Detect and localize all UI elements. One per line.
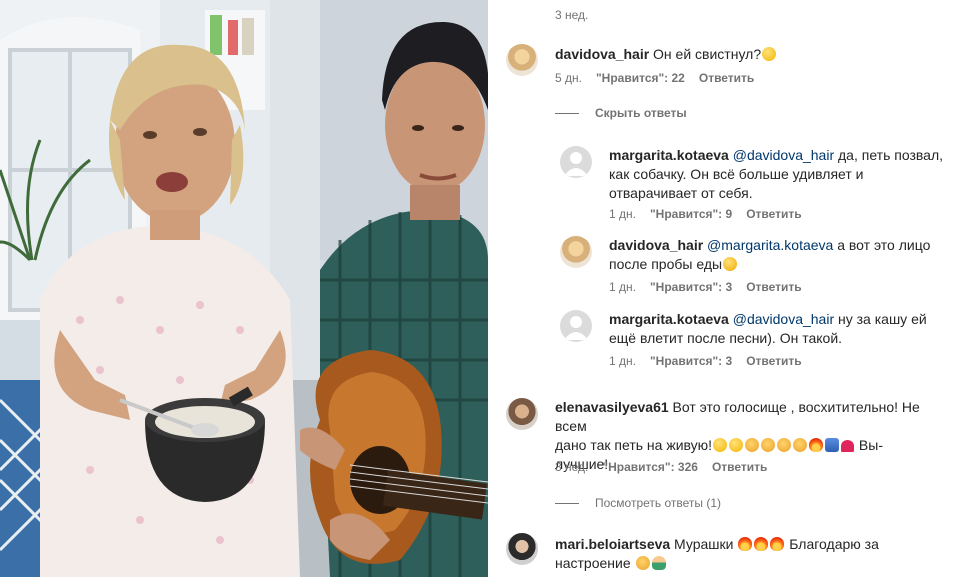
clapping-hands-emoji <box>745 438 760 452</box>
reply-button[interactable]: Ответить <box>712 460 767 474</box>
comment-meta: 5 дн. "Нравится": 22 Ответить <box>555 71 754 85</box>
likes-count[interactable]: "Нравится": 3 <box>650 280 732 294</box>
astonished-face-emoji <box>762 47 777 61</box>
mention-link[interactable]: @margarita.kotaeva <box>707 237 833 253</box>
reply: margarita.kotaeva @davidova_hair да, пет… <box>609 146 949 203</box>
reply-text-line-2: как собачку. Он всё больше удивляет и <box>609 166 864 182</box>
mention-link[interactable]: @davidova_hair <box>733 147 834 163</box>
avatar[interactable] <box>506 533 538 565</box>
reply-text-line-1: а вот это лицо <box>833 237 931 253</box>
reply-button[interactable]: Ответить <box>746 354 801 368</box>
reply-text-line-2: после пробы еды <box>609 256 723 272</box>
likes-count[interactable]: "Нравится": 22 <box>596 71 685 85</box>
comments-panel: 3 нед. davidova_hair Он ей свистнул? 5 д… <box>488 0 960 577</box>
reply-text-line-3: отварачивает от себя. <box>609 185 753 201</box>
user-silhouette-icon <box>564 152 588 176</box>
clapping-hands-emoji <box>777 438 792 452</box>
view-replies-label: Посмотреть ответы (1) <box>595 496 722 510</box>
video-frame[interactable] <box>0 0 488 577</box>
comment-text: Он ей свистнул? <box>653 46 762 62</box>
timestamp: 1 дн. <box>609 354 636 368</box>
person-bowing-emoji <box>651 556 666 570</box>
view-replies-button[interactable]: Посмотреть ответы (1) <box>555 496 721 510</box>
reply: margarita.kotaeva @davidova_hair ну за к… <box>609 310 949 348</box>
clapping-hands-emoji <box>635 556 650 570</box>
reply-meta: 1 дн. "Нравится": 9 Ответить <box>609 207 802 221</box>
likes-count[interactable]: "Нравится": 326 <box>602 460 698 474</box>
hide-replies-label: Скрыть ответы <box>595 106 687 120</box>
username[interactable]: margarita.kotaeva <box>609 147 729 163</box>
mention-link[interactable]: @davidova_hair <box>733 311 834 327</box>
clapping-hands-emoji <box>793 438 808 452</box>
comment: davidova_hair Он ей свистнул? <box>555 45 777 64</box>
reply-meta: 1 дн. "Нравится": 3 Ответить <box>609 354 802 368</box>
fire-emoji <box>770 537 785 551</box>
username[interactable]: elenavasilyeva61 <box>555 399 669 415</box>
username[interactable]: davidova_hair <box>555 46 649 62</box>
divider-line <box>555 112 579 114</box>
comment: mari.beloiartseva Мурашки Благодарю за н… <box>555 535 950 573</box>
timestamp: 1 дн. <box>609 280 636 294</box>
face-with-hand-emoji <box>723 257 738 271</box>
username[interactable]: margarita.kotaeva <box>609 311 729 327</box>
video-scene <box>0 0 488 577</box>
hide-replies-button[interactable]: Скрыть ответы <box>555 106 687 120</box>
comment-text-line-1b: Благодарю за <box>785 536 879 552</box>
timestamp: 1 дн. <box>609 207 636 221</box>
reply-text-line-1: ну за кашу ей <box>834 311 927 327</box>
reply-button[interactable]: Ответить <box>746 207 801 221</box>
avatar[interactable] <box>506 44 538 76</box>
comment-meta: 3 нед. "Нравится": 326 Ответить <box>555 460 767 474</box>
divider-line <box>555 502 579 504</box>
astonished-face-emoji <box>713 438 728 452</box>
likes-count[interactable]: "Нравится": 3 <box>650 354 732 368</box>
timestamp: 5 дн. <box>555 71 582 85</box>
reply-meta: 1 дн. "Нравится": 3 Ответить <box>609 280 802 294</box>
heart-eyes-face-emoji <box>729 438 744 452</box>
reply-text-line-2: ещё влетит после песни). Он такой. <box>609 330 843 346</box>
fire-emoji <box>754 537 769 551</box>
clapping-hands-emoji <box>761 438 776 452</box>
timestamp: 3 нед. <box>555 8 589 22</box>
reply-text-line-1: да, петь позвал, <box>834 147 944 163</box>
default-avatar[interactable] <box>560 146 592 178</box>
fire-emoji <box>738 537 753 551</box>
reply-button[interactable]: Ответить <box>746 280 801 294</box>
previous-comment-meta: 3 нед. <box>555 8 588 22</box>
username[interactable]: davidova_hair <box>609 237 703 253</box>
comment-text-line-2: настроение <box>555 555 635 571</box>
red-heart-emoji <box>841 440 855 452</box>
avatar[interactable] <box>560 236 592 268</box>
comment-text-line-2: дано так петь на живую! <box>555 437 713 453</box>
reply-button[interactable]: Ответить <box>699 71 754 85</box>
reply: davidova_hair @margarita.kotaeva а вот э… <box>609 236 949 274</box>
timestamp: 3 нед. <box>555 460 589 474</box>
username[interactable]: mari.beloiartseva <box>555 536 670 552</box>
likes-count[interactable]: "Нравится": 9 <box>650 207 732 221</box>
fire-emoji <box>809 438 824 452</box>
raising-hands-emoji <box>825 438 840 452</box>
avatar[interactable] <box>506 398 538 430</box>
default-avatar[interactable] <box>560 310 592 342</box>
comment-text-line-2b: Вы- <box>855 437 883 453</box>
comment-text-line-1: Мурашки <box>670 536 738 552</box>
user-silhouette-icon <box>564 316 588 340</box>
